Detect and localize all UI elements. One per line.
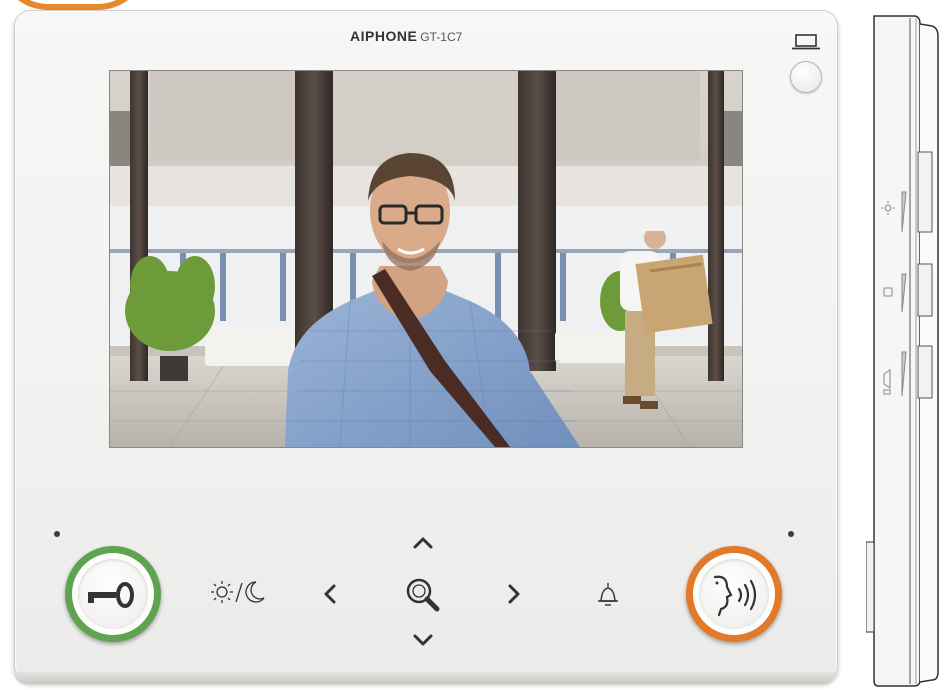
orange-arc-decoration [0,0,148,10]
down-button[interactable] [410,630,436,650]
chevron-left-icon [324,584,336,604]
chevron-right-icon [508,584,520,604]
model-name: GT-1C7 [420,30,463,44]
zoom-magnifier-icon [406,578,440,612]
video-screen [109,70,743,448]
zoom-button[interactable] [403,575,443,615]
talk-icon [713,575,757,617]
brand-name: AIPHONE [350,28,418,44]
status-led-left [54,531,60,537]
camera-feed-image [110,71,742,447]
up-button[interactable] [410,533,436,553]
talk-button[interactable] [686,546,782,642]
status-led-right [788,531,794,537]
brightness-day-night-icon [211,581,265,603]
housing-lip [14,672,836,684]
monitor-icon [792,34,820,50]
chime-button[interactable] [594,580,622,610]
brightness-button[interactable] [208,578,268,608]
brand-label: AIPHONE GT-1C7 [350,28,490,44]
monitor-button[interactable] [790,61,822,93]
chevron-up-icon [413,537,433,549]
side-profile-view [866,15,939,687]
chevron-down-icon [413,634,433,646]
right-button[interactable] [502,581,526,607]
left-button[interactable] [318,581,342,607]
bell-icon [598,583,618,606]
door-release-button[interactable] [65,546,161,642]
door-release-key-icon [88,582,134,608]
